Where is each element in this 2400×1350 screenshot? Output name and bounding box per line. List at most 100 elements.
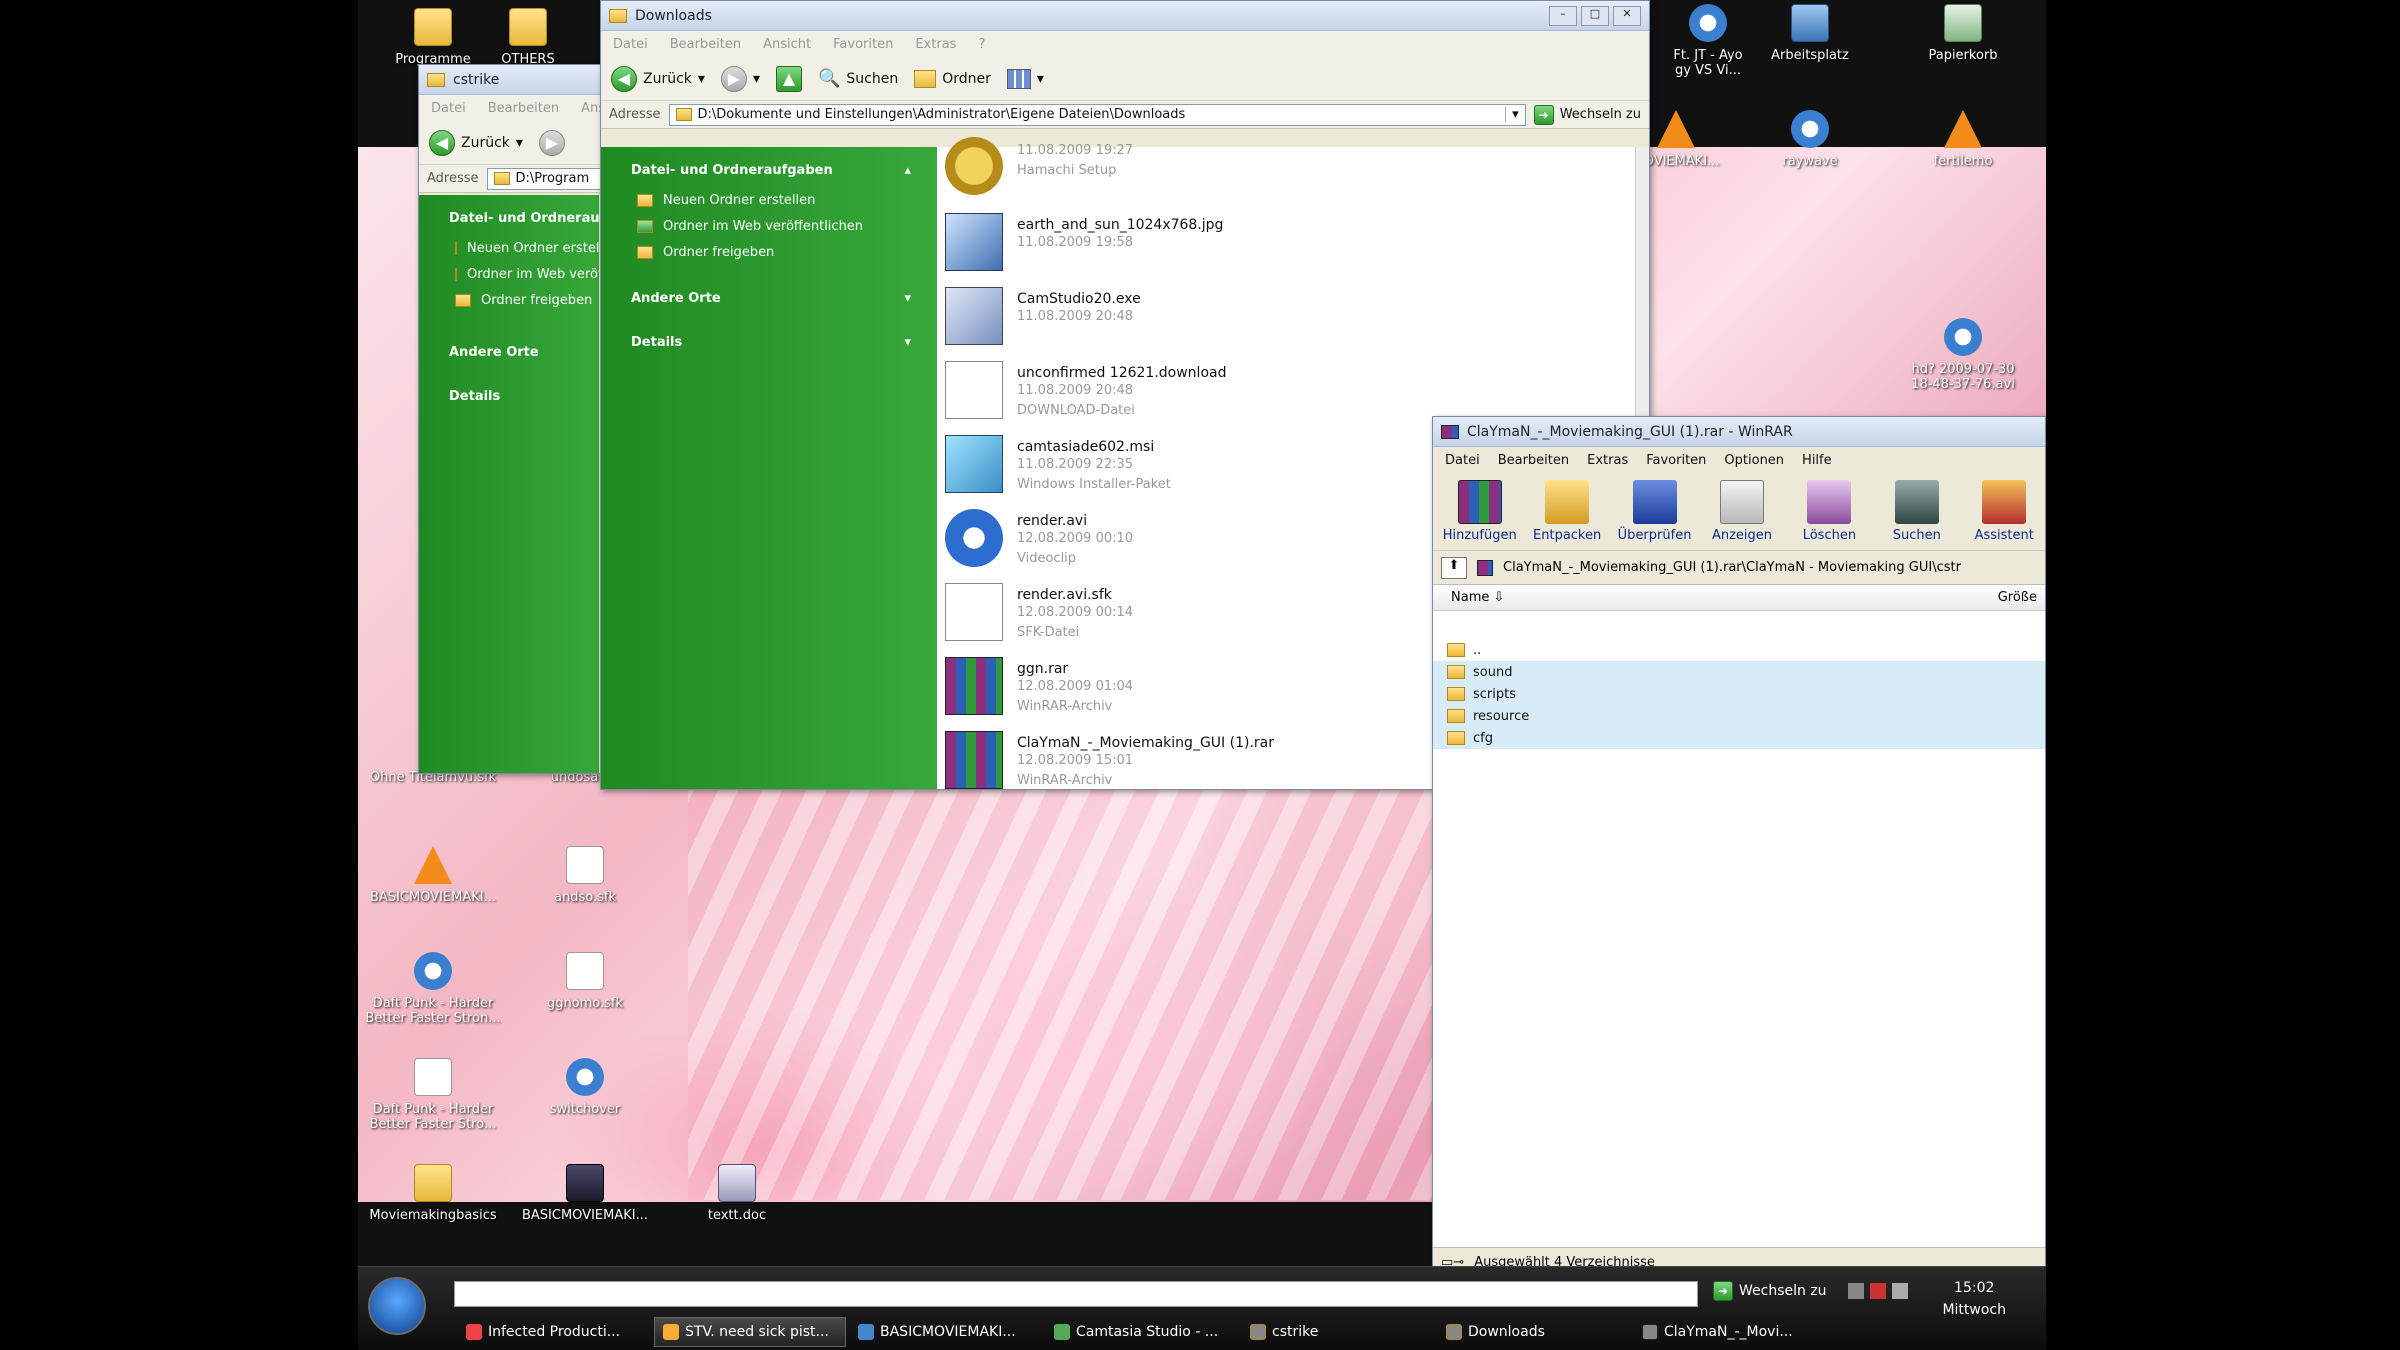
tray-icon[interactable] — [1848, 1283, 1864, 1299]
tasks-header[interactable]: Datei- und Ordneraufgaben ▴ — [601, 153, 937, 187]
clock[interactable]: 15:02 Mittwoch — [1942, 1277, 2006, 1321]
desktop-icon-basicmoviemaki-vlc[interactable]: BASICMOVIEMAKI... — [358, 846, 508, 905]
search-button[interactable]: 🔍 Suchen — [818, 68, 898, 89]
task-new-folder[interactable]: Neuen Ordner erstellen — [419, 235, 599, 261]
desktop-icon-switchover[interactable]: switchover — [510, 1058, 660, 1117]
collapse-icon[interactable]: ▴ — [904, 163, 911, 178]
chevron-down-icon[interactable]: ▾ — [516, 135, 523, 151]
menu-hilfe[interactable]: Hilfe — [1802, 453, 1832, 468]
list-item[interactable]: .. — [1433, 639, 2045, 661]
test-button[interactable]: Überprüfen — [1614, 480, 1695, 543]
extract-button[interactable]: Entpacken — [1526, 480, 1607, 543]
up-folder-icon[interactable]: ▲ — [775, 65, 802, 92]
task-publish-web[interactable]: Ordner im Web veröffentlichen — [601, 213, 937, 239]
tray-icon[interactable] — [1892, 1283, 1908, 1299]
menu-datei[interactable]: Datei — [431, 101, 466, 116]
file-list-item[interactable]: render.avi.sfk 12.08.2009 00:14 SFK-Datei — [945, 583, 1133, 643]
taskbar-task-stv[interactable]: STV. need sick pist... — [654, 1317, 846, 1347]
menu-extras[interactable]: Extras — [1587, 453, 1628, 468]
add-button[interactable]: Hinzufügen — [1439, 480, 1520, 543]
desktop-icon-papierkorb[interactable]: Papierkorb — [1888, 4, 2038, 63]
details-header[interactable]: Details ▾ — [601, 325, 937, 359]
minimize-button[interactable]: – — [1549, 5, 1577, 26]
tray-icon[interactable] — [1870, 1283, 1886, 1299]
desktop-icon-arbeitsplatz[interactable]: Arbeitsplatz — [1735, 4, 1885, 63]
taskbar-task-cstrike[interactable]: cstrike — [1242, 1317, 1434, 1347]
back-button[interactable]: ◀ Zurück ▾ — [611, 65, 705, 92]
taskbar-address-input[interactable] — [454, 1281, 1698, 1307]
menu-ansicht[interactable]: Ansicht — [763, 37, 811, 52]
desktop-icon-ggnomo[interactable]: ggnomo.sfk — [510, 952, 660, 1011]
other-places-header[interactable]: Andere Orte ▾ — [601, 281, 937, 315]
go-button[interactable]: ➜ Wechseln zu — [1526, 104, 1649, 125]
tasks-header[interactable]: Datei- und Ordneraufgaben — [419, 201, 599, 235]
other-places-header[interactable]: Andere Orte — [419, 335, 599, 369]
winrar-window[interactable]: ClaYmaN_-_Moviemaking_GUI (1).rar - WinR… — [1432, 416, 2046, 1278]
delete-button[interactable]: Löschen — [1789, 480, 1870, 543]
column-size[interactable]: Größe — [1998, 590, 2037, 605]
desktop-icon-basicmoviemaki-app[interactable]: BASICMOVIEMAKI... — [510, 1164, 660, 1223]
taskbar-task-winrar[interactable]: ClaYmaN_-_Movi... — [1634, 1317, 1794, 1347]
taskbar-task-basicmoviemaki[interactable]: BASICMOVIEMAKI... — [850, 1317, 1042, 1347]
menu-optionen[interactable]: Optionen — [1724, 453, 1784, 468]
folders-button[interactable]: Ordner — [914, 69, 991, 88]
desktop-icon-others[interactable]: OTHERS — [498, 8, 558, 67]
task-new-folder[interactable]: Neuen Ordner erstellen — [601, 187, 937, 213]
desktop-icon-programme[interactable]: Programme — [358, 8, 508, 67]
menu-favoriten[interactable]: Favoriten — [1646, 453, 1706, 468]
maximize-button[interactable]: □ — [1581, 5, 1609, 26]
chevron-down-icon[interactable]: ▾ — [698, 71, 705, 87]
file-list-item[interactable]: ClaYmaN_-_Moviemaking_GUI (1).rar 12.08.2… — [945, 731, 1274, 791]
downloads-titlebar[interactable]: Downloads – □ ✕ — [601, 1, 1649, 31]
winrar-titlebar[interactable]: ClaYmaN_-_Moviemaking_GUI (1).rar - WinR… — [1433, 417, 2045, 447]
task-share-folder[interactable]: Ordner freigeben — [419, 287, 599, 313]
up-folder-icon[interactable]: ⬆ — [1441, 556, 1467, 579]
list-item[interactable]: cfg — [1433, 727, 2045, 749]
file-list-item[interactable]: render.avi 12.08.2009 00:10 Videoclip — [945, 509, 1133, 569]
archive-path[interactable]: ClaYmaN_-_Moviemaking_GUI (1).rar\ClaYma… — [1503, 560, 1961, 575]
menu-bearbeiten[interactable]: Bearbeiten — [1498, 453, 1569, 468]
views-button[interactable]: ▾ — [1006, 68, 1044, 89]
menu-bearbeiten[interactable]: Bearbeiten — [488, 101, 559, 116]
forward-arrow-icon[interactable]: ▶ — [538, 129, 565, 156]
list-item[interactable]: resource — [1433, 705, 2045, 727]
column-name[interactable]: Name ⇩ — [1451, 590, 1504, 605]
menu-help[interactable]: ? — [978, 37, 985, 52]
menu-extras[interactable]: Extras — [915, 37, 956, 52]
details-header[interactable]: Details — [419, 379, 599, 413]
taskbar-task-infected[interactable]: Infected Producti... — [458, 1317, 650, 1347]
file-list-item[interactable]: 11.08.2009 19:27 Hamachi Setup — [945, 137, 1133, 195]
menu-favoriten[interactable]: Favoriten — [833, 37, 893, 52]
task-share-folder[interactable]: Ordner freigeben — [601, 239, 937, 265]
wizard-button[interactable]: Assistent — [1964, 480, 2045, 543]
file-list-item[interactable]: earth_and_sun_1024x768.jpg 11.08.2009 19:… — [945, 213, 1223, 271]
forward-button[interactable]: ▶ ▾ — [720, 65, 760, 92]
file-list-item[interactable]: ggn.rar 12.08.2009 01:04 WinRAR-Archiv — [945, 657, 1133, 717]
address-field[interactable]: D:\Dokumente und Einstellungen\Administr… — [668, 103, 1526, 126]
task-publish-web[interactable]: Ordner im Web veröffentlichen — [419, 261, 599, 287]
desktop-icon-moviemakingbasics[interactable]: Moviemakingbasics — [358, 1164, 508, 1223]
menu-datei[interactable]: Datei — [613, 37, 648, 52]
close-button[interactable]: ✕ — [1613, 5, 1641, 26]
desktop-icon-fertilemo[interactable]: fertilemo — [1888, 110, 2038, 169]
file-list-item[interactable]: camtasiade602.msi 11.08.2009 22:35 Windows… — [945, 435, 1171, 495]
expand-icon[interactable]: ▾ — [904, 335, 911, 350]
find-button[interactable]: Suchen — [1876, 480, 1957, 543]
file-list-item[interactable]: unconfirmed 12621.download 11.08.2009 20:… — [945, 361, 1226, 421]
desktop-icon-daftpunk-1[interactable]: Daft Punk - Harder Better Faster Stron..… — [358, 952, 508, 1026]
start-button[interactable] — [368, 1277, 426, 1335]
desktop-icon-raywave[interactable]: raywave — [1735, 110, 1885, 169]
file-list-item[interactable]: CamStudio20.exe 11.08.2009 20:48 — [945, 287, 1141, 345]
desktop-icon-daftpunk-2[interactable]: Daft Punk - Harder Better Faster Stro... — [358, 1058, 508, 1132]
expand-icon[interactable]: ▾ — [904, 291, 911, 306]
chevron-down-icon[interactable]: ▾ — [753, 71, 760, 87]
desktop-icon-hd-avi[interactable]: hd? 2009-07-30 18-48-37-76.avi — [1888, 318, 2038, 392]
archive-file-list[interactable]: .. sound scripts resource cfg — [1433, 639, 2045, 1239]
menu-bearbeiten[interactable]: Bearbeiten — [670, 37, 741, 52]
desktop-icon-textt[interactable]: textt.doc — [662, 1164, 812, 1223]
menu-datei[interactable]: Datei — [1445, 453, 1480, 468]
view-button[interactable]: Anzeigen — [1701, 480, 1782, 543]
list-item[interactable]: scripts — [1433, 683, 2045, 705]
chevron-down-icon[interactable]: ▾ — [1505, 107, 1525, 122]
desktop-icon-andso[interactable]: andso.sfk — [510, 846, 660, 905]
